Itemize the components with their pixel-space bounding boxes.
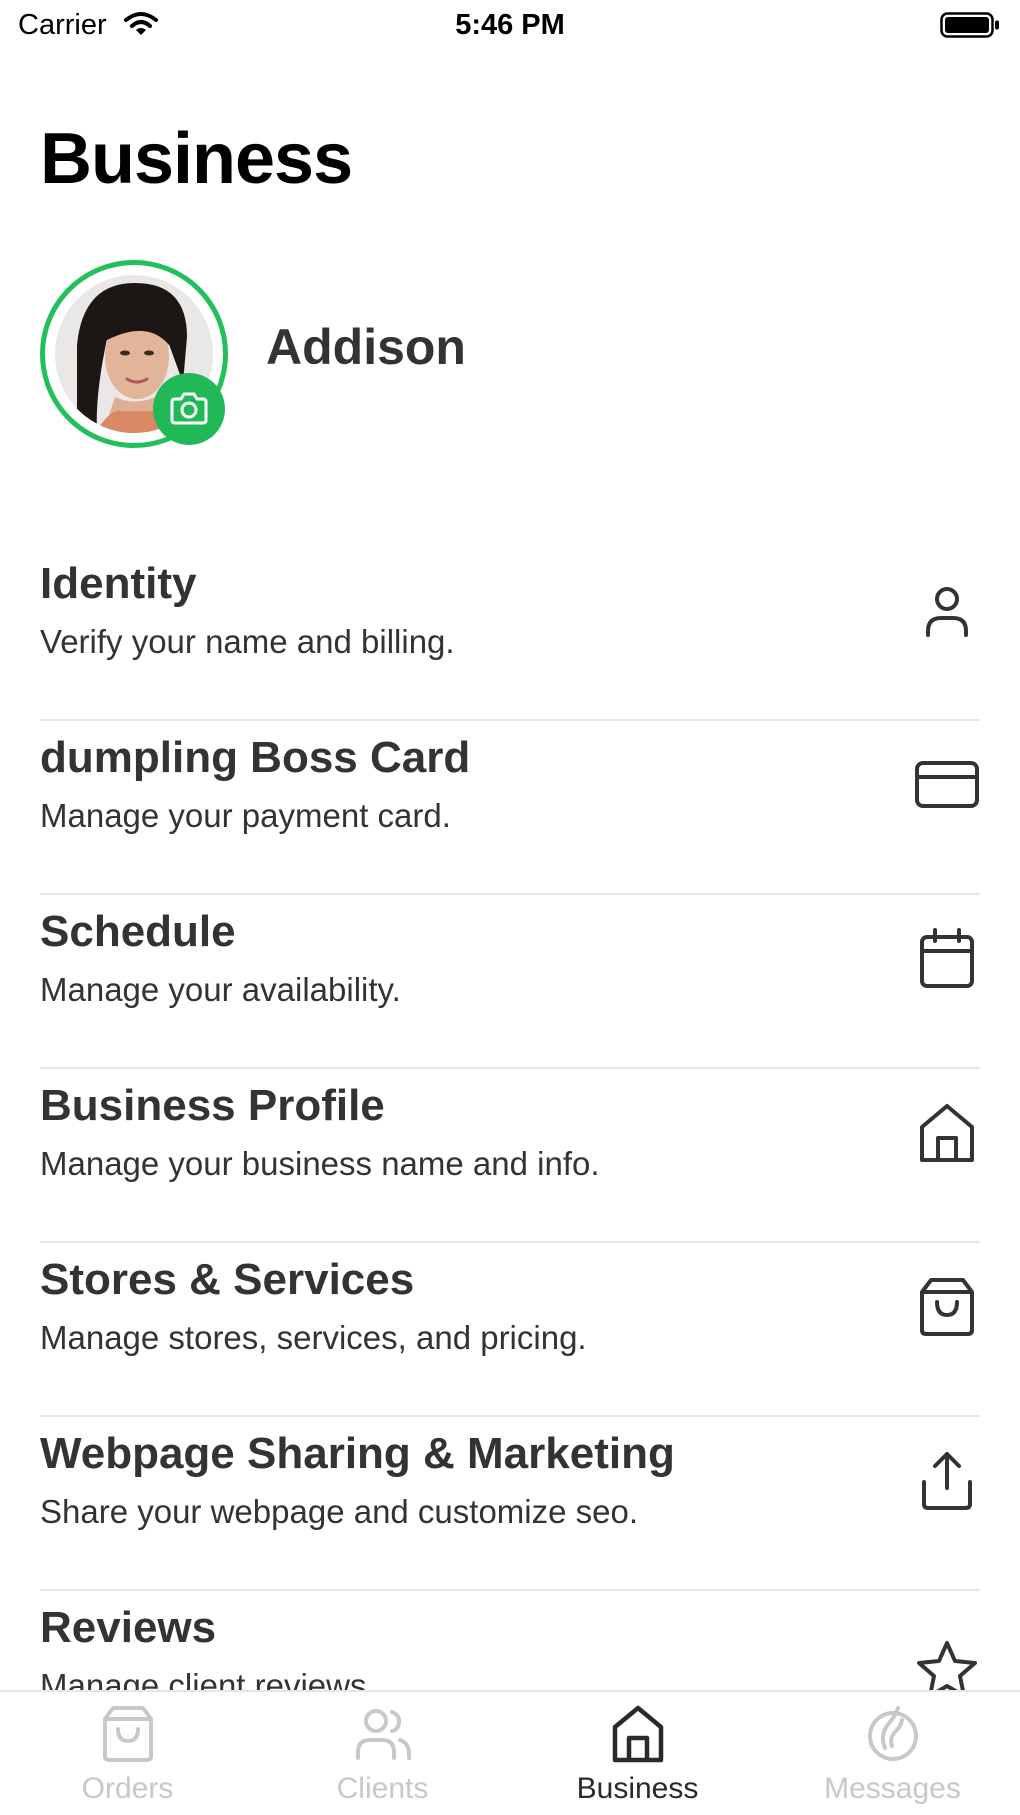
home-icon [920, 1104, 974, 1162]
menu-item-title: dumpling Boss Card [40, 733, 471, 782]
share-icon [922, 1452, 972, 1510]
status-bar: Carrier 5:46 PM [0, 0, 1020, 54]
clock: 5:46 PM [455, 9, 565, 41]
menu-item-boss-card[interactable]: dumpling Boss Card Manage your payment c… [40, 721, 980, 895]
menu-item-identity[interactable]: Identity Verify your name and billing. [40, 547, 980, 721]
tab-label: Clients [336, 1772, 429, 1805]
users-icon [356, 1709, 411, 1760]
menu-item-subtitle: Manage stores, services, and pricing. [40, 1319, 587, 1356]
menu-item-subtitle: Verify your name and billing. [40, 623, 455, 660]
menu-item-title: Stores & Services [40, 1255, 415, 1304]
tab-label: Orders [81, 1772, 174, 1805]
menu-item-business-profile[interactable]: Business Profile Manage your business na… [40, 1069, 980, 1243]
tab-clients[interactable]: Clients [255, 1692, 510, 1815]
avatar[interactable] [40, 260, 228, 448]
shopping-bag-icon [920, 1278, 974, 1336]
menu-item-title: Reviews [40, 1603, 217, 1652]
calendar-icon [920, 928, 974, 988]
camera-icon [170, 392, 208, 425]
menu-item-title: Business Profile [40, 1081, 385, 1130]
menu-item-stores-services[interactable]: Stores & Services Manage stores, service… [40, 1243, 980, 1417]
page-title: Business [40, 119, 353, 199]
change-photo-button[interactable] [153, 373, 225, 445]
menu-item-subtitle: Manage your payment card. [40, 797, 451, 834]
battery-icon [940, 12, 999, 38]
menu-item-subtitle: Manage your availability. [40, 971, 401, 1008]
bag-icon [103, 1706, 153, 1762]
profile-name: Addison [266, 319, 466, 375]
settings-menu: Identity Verify your name and billing. d… [40, 547, 980, 1765]
person-icon [926, 587, 968, 637]
menu-item-webpage-sharing[interactable]: Webpage Sharing & Marketing Share your w… [40, 1417, 980, 1591]
menu-item-subtitle: Manage your business name and info. [40, 1145, 600, 1182]
tab-label: Messages [824, 1772, 961, 1805]
tab-label: Business [576, 1772, 699, 1805]
menu-item-schedule[interactable]: Schedule Manage your availability. [40, 895, 980, 1069]
menu-item-subtitle: Share your webpage and customize seo. [40, 1493, 639, 1530]
tab-orders[interactable]: Orders [0, 1692, 255, 1815]
messages-icon [868, 1706, 918, 1761]
menu-item-title: Identity [40, 559, 197, 608]
tab-messages[interactable]: Messages [765, 1692, 1020, 1815]
tab-bar: Orders Clients Business Messages [0, 1690, 1020, 1813]
menu-item-title: Webpage Sharing & Marketing [40, 1429, 675, 1478]
credit-card-icon [915, 761, 979, 808]
home-icon [612, 1705, 664, 1763]
tab-business[interactable]: Business [510, 1692, 765, 1815]
menu-item-title: Schedule [40, 907, 236, 956]
